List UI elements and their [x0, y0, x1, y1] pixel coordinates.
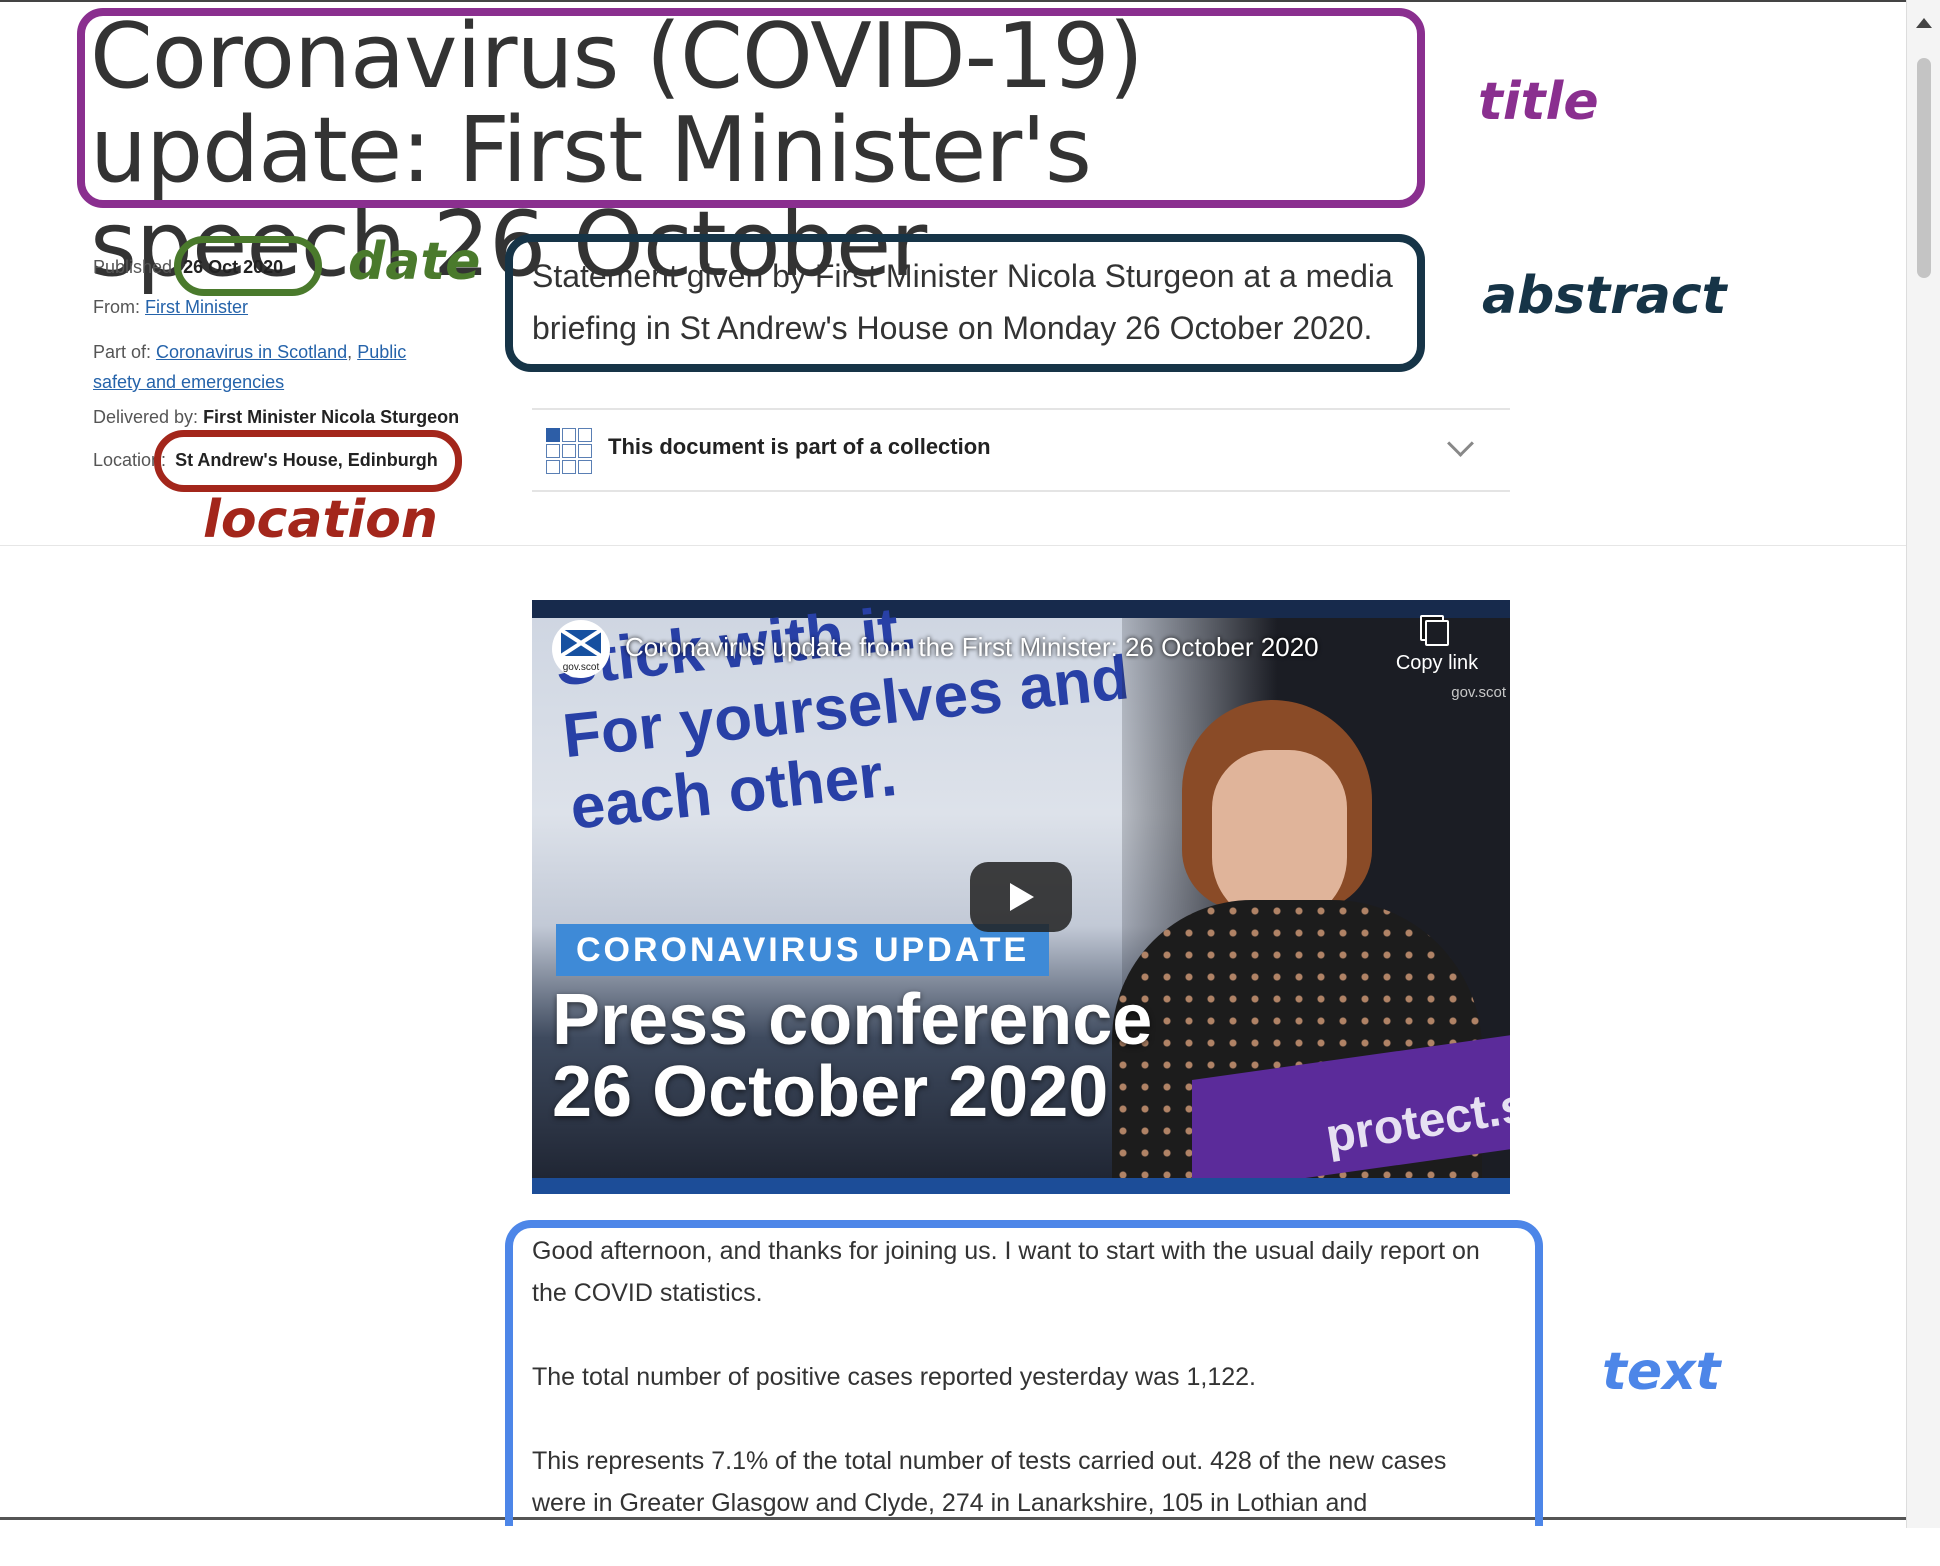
part-of-row: Part of: Coronavirus in Scotland, Public…: [93, 337, 453, 397]
headline-line-2: 26 October 2020: [552, 1052, 1109, 1132]
text-annotation-box: [505, 1220, 1543, 1526]
from-row: From: First Minister: [93, 297, 248, 318]
video-headline: Press conference 26 October 2020: [552, 984, 1152, 1128]
from-link[interactable]: First Minister: [145, 297, 248, 317]
speaker-face: [1212, 750, 1347, 925]
vertical-scrollbar[interactable]: [1906, 0, 1940, 1528]
part-of-separator: ,: [347, 342, 353, 362]
delivered-by-label: Delivered by:: [93, 407, 199, 427]
web-page: Coronavirus (COVID-19) update: First Min…: [0, 0, 1906, 1526]
abstract-annotation-box: [505, 234, 1425, 372]
copy-link-button[interactable]: Copy link: [1392, 620, 1482, 675]
delivered-by-row: Delivered by: First Minister Nicola Stur…: [93, 407, 459, 428]
scrollbar-thumb[interactable]: [1917, 58, 1931, 278]
from-label: From:: [93, 297, 140, 317]
scroll-up-icon[interactable]: [1916, 18, 1932, 28]
copy-link-label: Copy link: [1395, 652, 1479, 674]
channel-logo[interactable]: gov.scot: [552, 620, 610, 678]
location-annotation-label: location: [203, 490, 438, 550]
headline-line-1: Press conference: [552, 980, 1153, 1060]
text-annotation-label: text: [1602, 1342, 1721, 1402]
collection-grid-icon: [546, 428, 592, 474]
abstract-annotation-label: abstract: [1482, 266, 1727, 326]
date-annotation-box: [174, 236, 322, 296]
video-badge: CORONAVIRUS UPDATE: [556, 924, 1050, 976]
video-bottom-band: [532, 1178, 1510, 1194]
video-title[interactable]: Coronavirus update from the First Minist…: [625, 632, 1319, 663]
collection-label: This document is part of a collection: [608, 434, 991, 459]
copy-icon: [1425, 620, 1449, 646]
location-annotation-box: [154, 430, 462, 492]
date-annotation-label: date: [348, 232, 481, 292]
delivered-by-value: First Minister Nicola Sturgeon: [203, 407, 460, 427]
collection-expander[interactable]: This document is part of a collection: [532, 408, 1510, 492]
saltire-icon: [561, 630, 601, 656]
play-button[interactable]: [970, 862, 1072, 932]
video-player[interactable]: Stick with it. For yourselves and each o…: [532, 600, 1510, 1194]
part-of-link-coronavirus[interactable]: Coronavirus in Scotland: [156, 342, 347, 362]
title-annotation-label: title: [1478, 72, 1599, 132]
published-label: Published: [93, 257, 173, 277]
video-watermark: gov.scot: [1451, 684, 1506, 701]
channel-logo-text: gov.scot: [562, 662, 600, 673]
chevron-down-icon[interactable]: [1447, 430, 1474, 457]
title-annotation-box: [77, 8, 1425, 208]
part-of-label: Part of:: [93, 342, 152, 362]
